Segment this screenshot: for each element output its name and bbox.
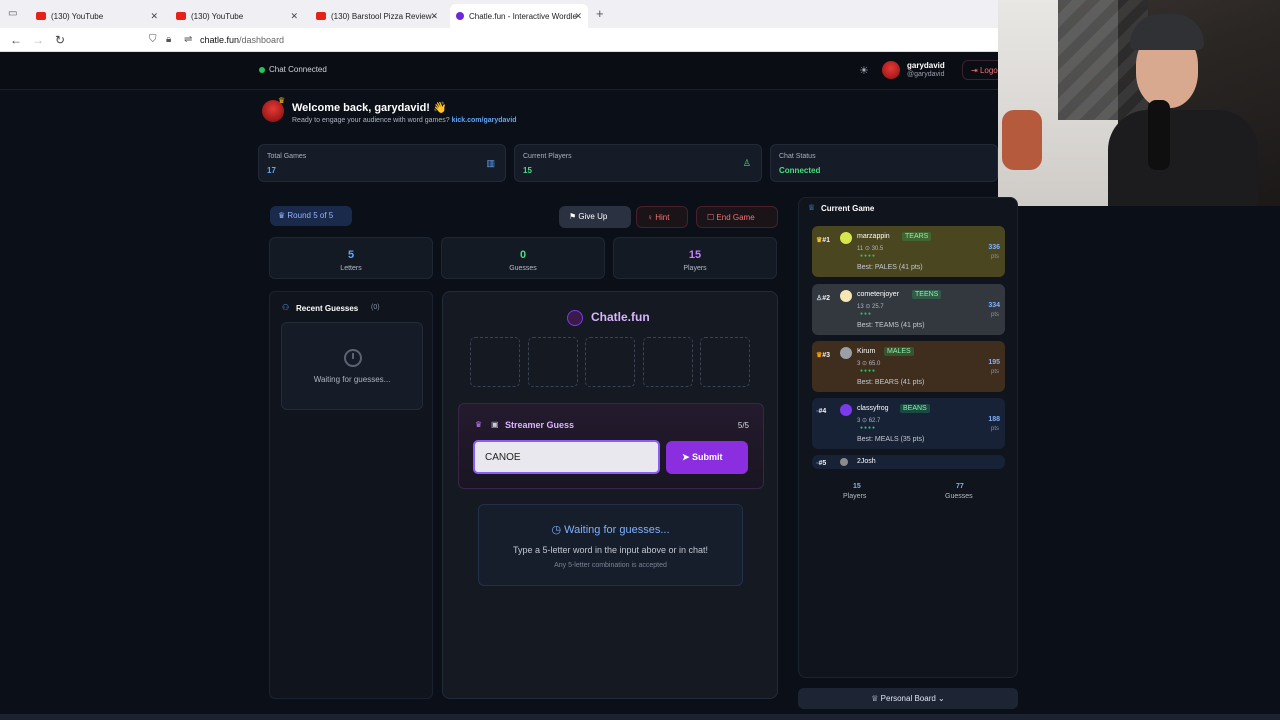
avatar xyxy=(840,404,852,416)
letter-tile xyxy=(470,337,520,387)
stat-total-games: Total Games 17 ▥ xyxy=(258,144,506,182)
letters-stat: 5 Letters xyxy=(269,237,433,279)
tab-list-icon[interactable]: ▭ xyxy=(8,8,17,19)
progress-dots: ●●●● xyxy=(860,253,877,259)
chatle-logo-icon xyxy=(567,310,583,326)
guess-counter: 5/5 xyxy=(737,421,749,430)
personal-board-toggle[interactable]: ♕ Personal Board ⌄ xyxy=(798,688,1018,709)
square-icon: ☐ xyxy=(707,213,717,222)
forward-button[interactable]: → xyxy=(32,33,44,47)
youtube-icon xyxy=(176,12,186,20)
username: garydavid xyxy=(907,61,945,70)
current-word-badge: TEARS xyxy=(902,232,932,241)
chat-connection-status: Chat Connected xyxy=(269,65,327,74)
board-summary: 15 Players 77 Guesses xyxy=(843,483,973,500)
avatar xyxy=(840,458,848,466)
recent-guesses-empty: Waiting for guesses... xyxy=(281,322,423,410)
stat-current-players: Current Players 15 ♙ xyxy=(514,144,762,182)
new-tab-button[interactable]: + xyxy=(596,6,604,21)
trophy-icon: ♕ xyxy=(871,694,881,703)
clock-icon: ◷ xyxy=(551,524,565,536)
tune-icon[interactable]: ⇌ xyxy=(184,34,192,45)
guess-input[interactable] xyxy=(473,440,660,474)
gamepad-icon: ▣ xyxy=(491,420,499,429)
browser-tab-youtube-2[interactable]: (130) YouTube ✕ xyxy=(170,4,304,28)
game-panel: Chatle.fun ♛ ▣ Streamer Guess 5/5 ➤ Subm… xyxy=(442,291,778,699)
flag-icon: ⚑ xyxy=(569,212,579,221)
webcam-overlay xyxy=(998,0,1280,206)
shield-icon[interactable]: ⛉ xyxy=(149,34,157,45)
avatar xyxy=(840,290,852,302)
current-word-badge: MALES xyxy=(884,347,914,356)
chevron-down-icon: ⌄ xyxy=(935,694,945,703)
close-tab-icon[interactable]: ✕ xyxy=(290,11,298,22)
send-icon: ➤ xyxy=(682,452,693,462)
leaderboard-entry[interactable]: ◦#5 2Josh xyxy=(812,455,1005,469)
user-icon: ♙ xyxy=(742,158,751,168)
end-game-button[interactable]: ☐ End Game xyxy=(696,206,778,228)
bar-chart-icon: ▥ xyxy=(486,158,495,168)
progress-dots: ●●●● xyxy=(860,368,877,374)
streamer-guess-box: ♛ ▣ Streamer Guess 5/5 ➤ Submit xyxy=(458,403,764,489)
reload-button[interactable]: ↻ xyxy=(55,33,65,47)
letter-tile xyxy=(585,337,635,387)
stat-chat-status: Chat Status Connected xyxy=(770,144,998,182)
bottom-strip xyxy=(0,714,1280,720)
crown-icon: ♛ xyxy=(278,96,286,105)
trophy-icon: ♕ xyxy=(808,203,816,212)
round-indicator: ♛ Round 5 of 5 xyxy=(270,206,352,226)
leaderboard-entry[interactable]: ♛#1 marzappin TEARS 11 ⊙ 30.5 ●●●● Best:… xyxy=(812,226,1005,277)
submit-button[interactable]: ➤ Submit xyxy=(666,441,748,474)
progress-dots: ●●●● xyxy=(860,425,877,431)
crown-icon: ♛ xyxy=(278,211,288,220)
current-word-badge: BEANS xyxy=(900,404,930,413)
browser-tab-barstool[interactable]: (130) Barstool Pizza Review - Ca ✕ xyxy=(310,4,444,28)
recent-guesses-panel: ⚇ Recent Guesses (0) Waiting for guesses… xyxy=(269,291,433,699)
welcome-title: Welcome back, garydavid! 👋 xyxy=(292,102,447,114)
user-handle: @garydavid xyxy=(907,71,945,78)
chatle-icon xyxy=(456,12,464,20)
close-tab-icon[interactable]: ✕ xyxy=(574,11,582,22)
waiting-box: ◷ Waiting for guesses... Type a 5-letter… xyxy=(478,504,743,586)
youtube-icon xyxy=(36,12,46,20)
avatar xyxy=(840,347,852,359)
current-word-badge: TEENS xyxy=(912,290,942,299)
avatar xyxy=(840,232,852,244)
guesses-stat: 0 Guesses xyxy=(441,237,605,279)
youtube-icon xyxy=(316,12,326,20)
leaderboard-entry[interactable]: ♛#3 Kirum MALES 3 ⊙ 65.0 ●●●● Best: BEAR… xyxy=(812,341,1005,392)
browser-tab-chatle[interactable]: Chatle.fun - Interactive Wordle - ✕ xyxy=(450,4,588,28)
letter-tile xyxy=(643,337,693,387)
back-button[interactable]: ← xyxy=(10,33,22,47)
lock-icon[interactable]: 🔒︎ xyxy=(166,34,171,45)
close-tab-icon[interactable]: ✕ xyxy=(150,11,158,22)
avatar[interactable] xyxy=(882,61,900,79)
game-brand: Chatle.fun xyxy=(591,310,650,324)
users-icon: ⚇ xyxy=(282,303,290,312)
status-dot xyxy=(259,67,265,73)
browser-tab-youtube-1[interactable]: (130) YouTube ✕ xyxy=(30,4,164,28)
hint-button[interactable]: ♀ Hint xyxy=(636,206,688,228)
theme-toggle-icon[interactable]: ☀ xyxy=(859,64,869,77)
welcome-subtitle: Ready to engage your audience with word … xyxy=(292,117,517,124)
progress-dots: ●●● xyxy=(860,311,873,317)
url-field[interactable]: chatle.fun/dashboard xyxy=(200,35,284,45)
close-tab-icon[interactable]: ✕ xyxy=(430,11,438,22)
players-stat: 15 Players xyxy=(613,237,777,279)
leaderboard-entry[interactable]: ♙#2 cometenjoyer TEENS 13 ⊙ 25.7 ●●● Bes… xyxy=(812,284,1005,335)
logout-icon: ⇥ xyxy=(971,66,980,75)
channel-link[interactable]: kick.com/garydavid xyxy=(452,117,517,124)
leaderboard-entry[interactable]: ◦#4 classyfrog BEANS 3 ⊙ 62.7 ●●●● Best:… xyxy=(812,398,1005,449)
crown-icon: ♛ xyxy=(475,420,483,429)
current-game-board: ♕ Current Game ♛#1 marzappin TEARS 11 ⊙ … xyxy=(798,197,1018,678)
lightbulb-icon: ♀ xyxy=(647,213,656,222)
letter-tile xyxy=(700,337,750,387)
give-up-button[interactable]: ⚑ Give Up xyxy=(559,206,631,228)
letter-tile xyxy=(528,337,578,387)
clock-icon xyxy=(344,349,362,367)
